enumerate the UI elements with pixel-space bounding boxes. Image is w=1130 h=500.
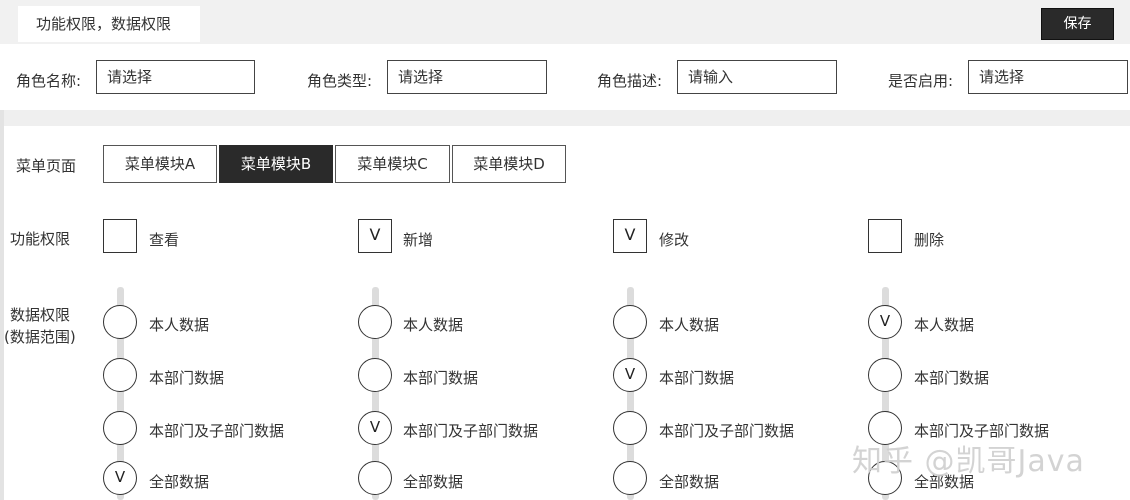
radio-self-data[interactable]: V	[868, 305, 902, 339]
role-desc-input[interactable]: 请输入	[677, 60, 837, 94]
radio-label: 本部门数据	[403, 369, 479, 387]
tab-menu-module-c[interactable]: 菜单模块C	[335, 145, 450, 183]
tab-menu-module-a[interactable]: 菜单模块A	[103, 145, 217, 183]
radio-dept-data[interactable]	[103, 358, 137, 392]
radio-label: 本部门及子部门数据	[403, 422, 539, 440]
save-button[interactable]: 保存	[1041, 8, 1114, 40]
menu-page-label: 菜单页面	[16, 157, 77, 175]
tab-function-data-permission[interactable]: 功能权限，数据权限	[18, 6, 200, 42]
radio-label: 本部门数据	[659, 369, 735, 387]
watermark: 知乎 @凯哥Java	[852, 444, 1085, 479]
radio-label: 本部门及子部门数据	[149, 422, 285, 440]
checkbox-add[interactable]: V	[358, 219, 392, 253]
radio-label: 全部数据	[403, 473, 464, 491]
role-name-select[interactable]: 请选择	[96, 60, 255, 94]
role-desc-label: 角色描述:	[597, 72, 663, 90]
enabled-label: 是否启用:	[888, 72, 954, 90]
radio-label: 本人数据	[403, 316, 464, 334]
radio-dept-data[interactable]: V	[613, 358, 647, 392]
radio-label: 本人数据	[659, 316, 720, 334]
radio-all-data[interactable]	[358, 461, 392, 495]
checkbox-edit-label: 修改	[659, 231, 690, 249]
radio-all-data[interactable]: V	[103, 461, 137, 495]
radio-self-data[interactable]	[613, 305, 647, 339]
radio-dept-sub-data[interactable]	[103, 411, 137, 445]
radio-all-data[interactable]	[613, 461, 647, 495]
checkbox-add-label: 新增	[403, 231, 434, 249]
radio-label: 本人数据	[149, 316, 210, 334]
radio-label: 本部门数据	[149, 369, 225, 387]
enabled-select[interactable]: 请选择	[968, 60, 1128, 94]
left-edge-strip	[0, 110, 4, 500]
function-permission-label: 功能权限	[10, 230, 71, 248]
radio-dept-sub-data[interactable]: V	[358, 411, 392, 445]
checkbox-edit[interactable]: V	[613, 219, 647, 253]
radio-dept-data[interactable]	[868, 358, 902, 392]
tab-menu-module-b[interactable]: 菜单模块B	[219, 145, 333, 183]
radio-label: 全部数据	[659, 473, 720, 491]
checkbox-delete-label: 删除	[914, 231, 945, 249]
checkbox-view[interactable]	[103, 219, 137, 253]
role-type-select[interactable]: 请选择	[387, 60, 547, 94]
role-type-label: 角色类型:	[307, 72, 373, 90]
radio-self-data[interactable]	[103, 305, 137, 339]
radio-label: 本人数据	[914, 316, 975, 334]
radio-label: 全部数据	[149, 473, 210, 491]
tab-menu-module-d[interactable]: 菜单模块D	[452, 145, 566, 183]
section-divider	[0, 110, 1130, 126]
role-name-label: 角色名称:	[16, 72, 82, 90]
checkbox-view-label: 查看	[149, 231, 180, 249]
radio-label: 本部门数据	[914, 369, 990, 387]
radio-dept-sub-data[interactable]	[613, 411, 647, 445]
radio-label: 本部门及子部门数据	[659, 422, 795, 440]
radio-self-data[interactable]	[358, 305, 392, 339]
checkbox-delete[interactable]	[868, 219, 902, 253]
data-permission-label: 数据权限	[10, 306, 71, 324]
data-scope-label: (数据范围)	[4, 328, 76, 346]
radio-dept-data[interactable]	[358, 358, 392, 392]
